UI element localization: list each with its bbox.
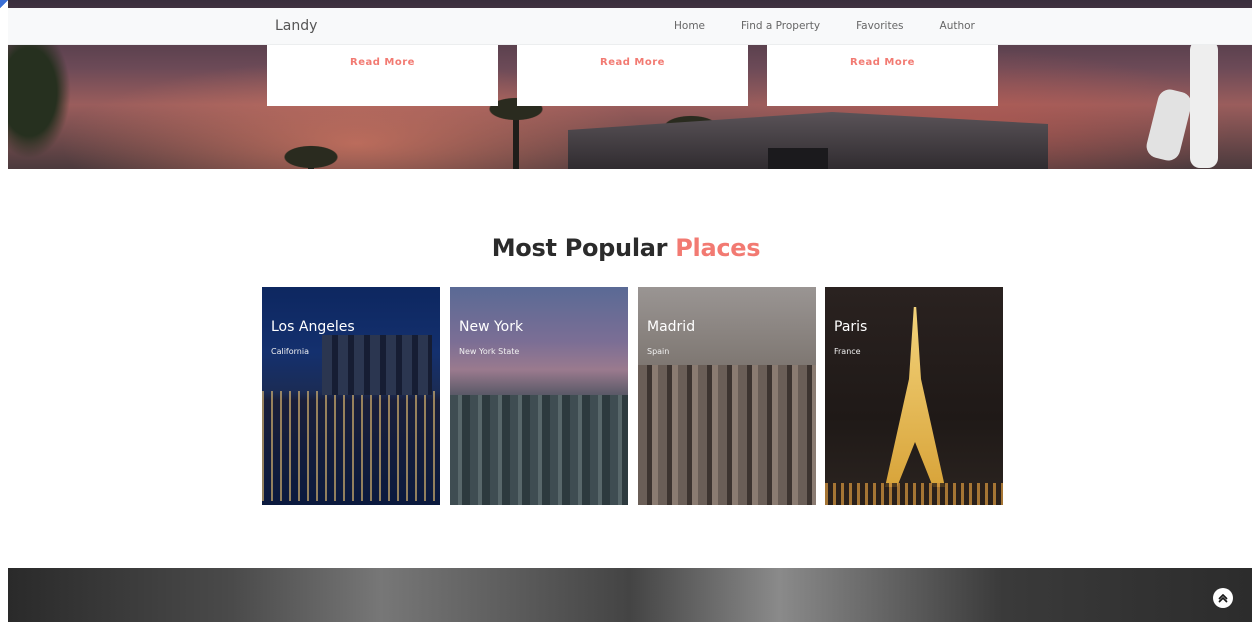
navbar: Landy Home Find a Property Favorites Aut… xyxy=(8,8,1252,45)
place-city: New York xyxy=(459,319,524,335)
section-title-main: Most Popular xyxy=(491,234,668,262)
place-card-los-angeles[interactable]: Los Angeles California xyxy=(262,287,440,505)
section-title-accent: Places xyxy=(675,234,761,262)
place-card-paris[interactable]: Paris France xyxy=(825,287,1003,505)
place-city: Los Angeles xyxy=(271,319,355,335)
scroll-top-button[interactable] xyxy=(1213,588,1233,608)
hero-palm xyxy=(263,137,359,169)
place-region: France xyxy=(834,347,861,356)
place-region: California xyxy=(271,347,309,356)
place-region: New York State xyxy=(459,347,520,356)
nav-links: Home Find a Property Favorites Author xyxy=(674,20,1011,32)
place-region: Spain xyxy=(647,347,670,356)
nav-find-property[interactable]: Find a Property xyxy=(741,20,820,32)
double-chevron-up-icon xyxy=(1218,594,1228,603)
footer-banner xyxy=(8,568,1252,622)
nav-home[interactable]: Home xyxy=(674,20,705,32)
place-card-madrid[interactable]: Madrid Spain xyxy=(638,287,816,505)
hero-figure xyxy=(1144,28,1240,169)
read-more-link[interactable]: Read More xyxy=(850,57,915,68)
hero-house-window xyxy=(768,148,828,169)
eiffel-tower xyxy=(885,307,945,487)
nav-author[interactable]: Author xyxy=(940,20,975,32)
hero-card: Read More xyxy=(267,40,498,106)
city-lights xyxy=(825,483,1003,505)
read-more-link[interactable]: Read More xyxy=(350,57,415,68)
corner-mark xyxy=(0,0,8,8)
hero-palm xyxy=(468,89,564,169)
place-city: Paris xyxy=(834,319,868,335)
place-city: Madrid xyxy=(647,319,696,335)
brand-logo[interactable]: Landy xyxy=(275,18,317,34)
section-title: Most Popular Places xyxy=(0,234,1252,262)
read-more-link[interactable]: Read More xyxy=(600,57,665,68)
place-card-new-york[interactable]: New York New York State xyxy=(450,287,628,505)
hero-card: Read More xyxy=(517,40,748,106)
hero-card: Read More xyxy=(767,40,998,106)
hero-tree xyxy=(8,40,78,169)
nav-favorites[interactable]: Favorites xyxy=(856,20,903,32)
